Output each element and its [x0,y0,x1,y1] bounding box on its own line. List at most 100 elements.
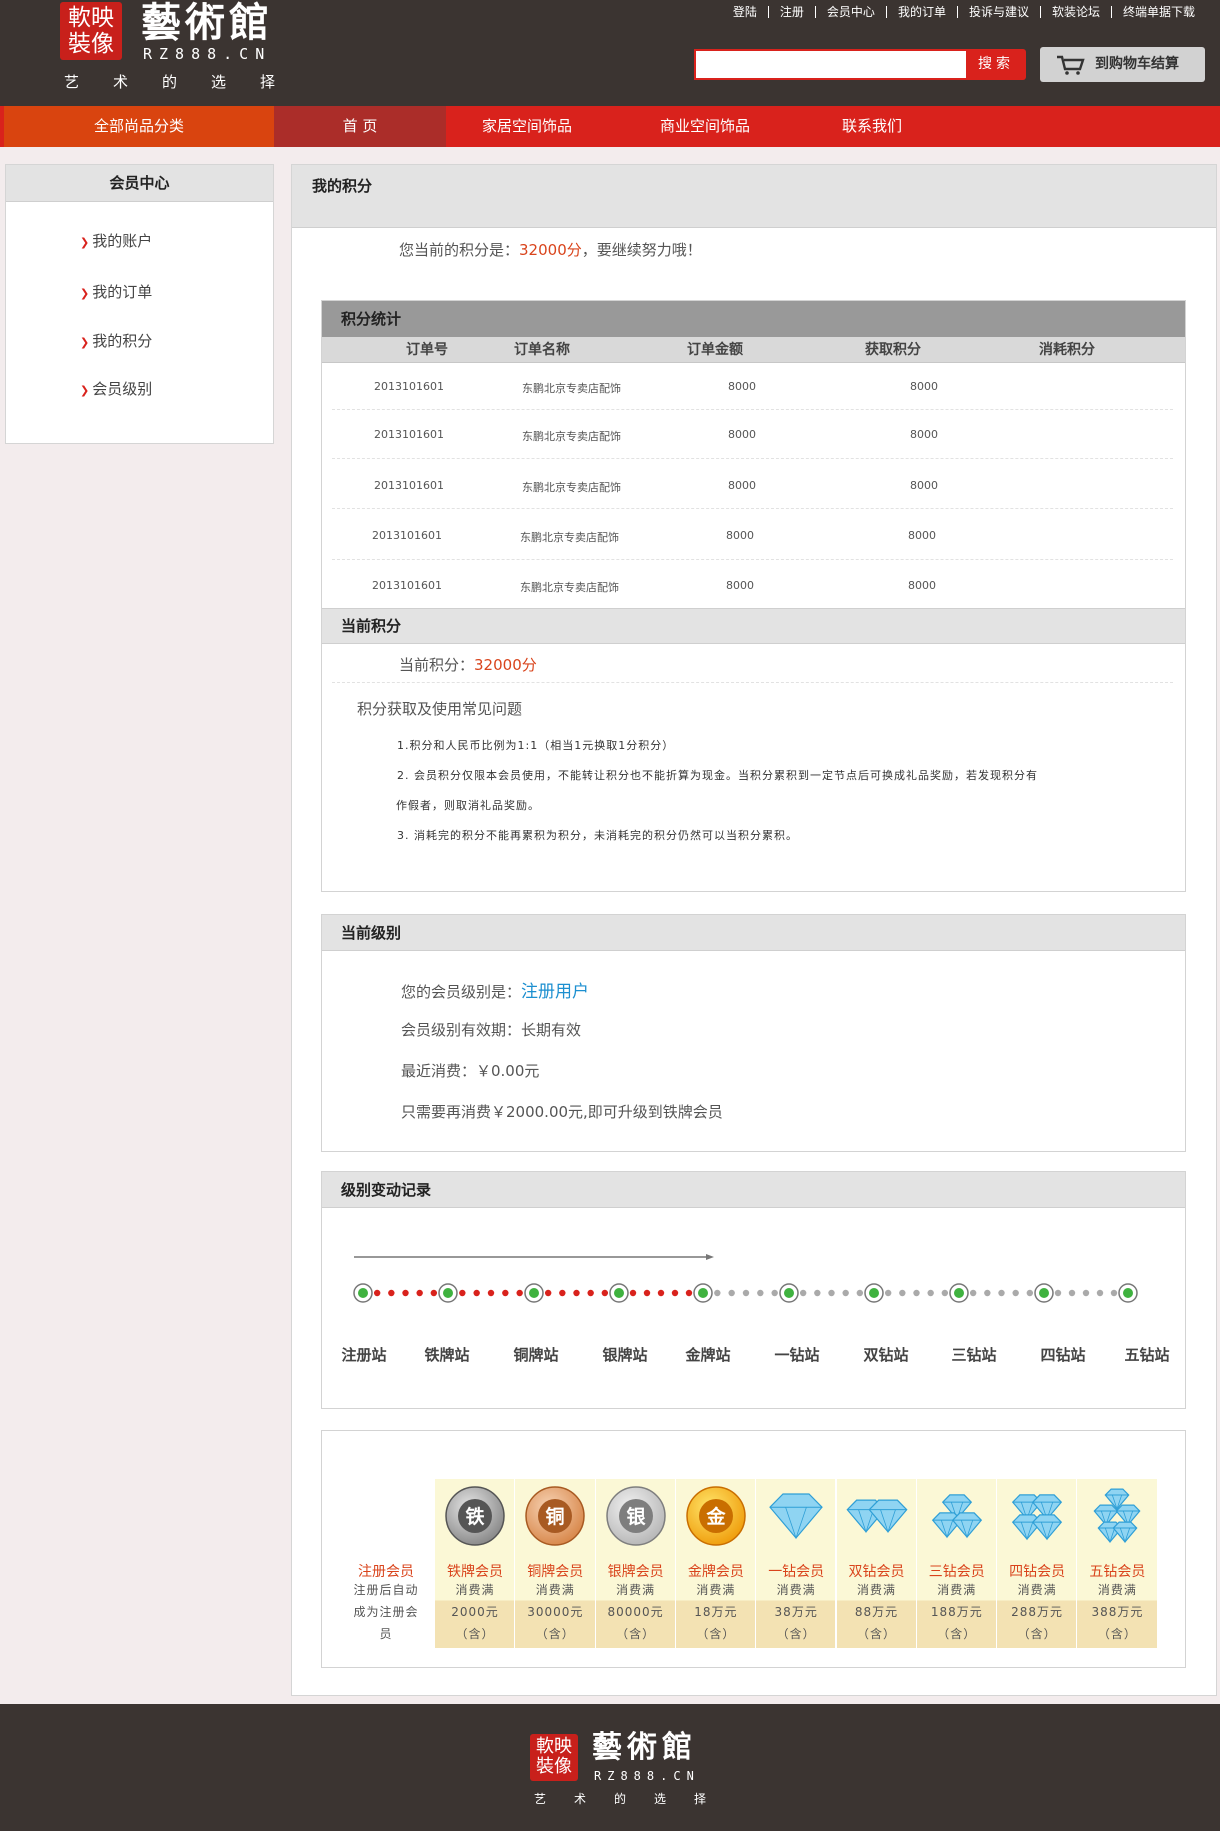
nav-all-categories[interactable]: 全部尚品分类 [4,106,274,147]
feedback-link[interactable]: 投诉与建议 [956,6,1040,18]
cell-order-name: 东鹏北京专卖店配饰 [520,531,619,544]
table-row[interactable]: 2013101601 东鹏北京专卖店配饰 8000 8000 [322,509,1185,560]
svg-text:铁: 铁 [465,1505,484,1528]
search-button[interactable]: 搜索 [966,49,1026,80]
logo-name[interactable]: 藝術館 [141,1,273,45]
cell-earned-points: 8000 [910,479,938,492]
gold-medal-icon: 金 [686,1486,746,1546]
nav-contact[interactable]: 联系我们 [802,106,942,147]
track-dot [459,1289,466,1297]
level-history-title: 级别变动记录 [322,1172,1185,1208]
base-tier-desc-line: 成为注册会 [353,1605,419,1619]
tier-requirement-line: 消费满 [455,1583,495,1597]
points-stats-title: 积分统计 [322,301,1185,337]
tier-requirement-line: （含） [535,1627,575,1641]
table-row[interactable]: 2013101601 东鹏北京专卖店配饰 8000 8000 [322,560,1185,606]
level-value[interactable]: 注册用户 [521,982,589,1002]
forum-link[interactable]: 软装论坛 [1039,6,1111,18]
station-label: 铁牌站 [424,1346,470,1364]
logo-slogan: 艺术的选择 [64,73,310,91]
footer-logo-url: RZ888.CN [594,1769,700,1783]
tier-column: 金金牌会员 消费满 18万元 （含） [674,1479,756,1648]
tier-name: 双钻会员 [848,1564,905,1580]
cart-checkout-button[interactable]: 到购物车结算 [1040,47,1205,82]
level-label: 您的会员级别是： [401,983,522,1001]
station-label: 三钻站 [951,1346,997,1364]
track-dot [402,1289,409,1297]
sidebar-item-orders[interactable]: ❯ 我的订单 [80,281,152,302]
tier-requirement-line: 消费满 [937,1583,977,1597]
track-dot [884,1289,892,1297]
one-diamond-icon [769,1493,823,1540]
tier-requirement-line: 288万元 [1011,1605,1064,1619]
nav-commercial-decor[interactable]: 商业空间饰品 [620,106,790,147]
tier-requirement-line: 18万元 [694,1605,738,1619]
table-row[interactable]: 2013101601 东鹏北京专卖店配饰 8000 8000 [322,410,1185,459]
station-node-center [614,1288,624,1298]
table-row[interactable]: 2013101601 东鹏北京专卖店配饰 8000 8000 [322,459,1185,509]
cell-order-name: 东鹏北京专卖店配饰 [522,430,621,443]
track-dot [516,1289,523,1297]
footer-logo-name: 藝術館 [592,1730,697,1765]
track-dot [969,1289,977,1297]
station-node-center [698,1288,708,1298]
track-dot [671,1289,679,1297]
tier-column: 五钻会员 消费满 388万元 （含） [1076,1479,1157,1648]
tier-requirement-line: （含） [455,1627,495,1641]
download-link[interactable]: 终端单据下载 [1110,6,1206,18]
table-header: 订单号 订单名称 订单金额 获取积分 消耗积分 [322,337,1185,363]
member-center-link[interactable]: 会员中心 [814,6,886,18]
cell-order-amount: 8000 [728,380,756,393]
register-link[interactable]: 注册 [767,6,815,18]
track-dot [742,1289,750,1297]
arrow-icon: ❯ [80,384,90,397]
cell-earned-points: 8000 [910,428,938,441]
search-input[interactable] [694,49,967,80]
station-label: 银牌站 [602,1346,648,1364]
sidebar-item-account[interactable]: ❯ 我的账户 [80,230,152,251]
tier-requirement-line: 80000元 [607,1605,664,1619]
track-dot [1068,1289,1076,1297]
tier-requirement-line: 消费满 [856,1583,896,1597]
svg-text:金: 金 [705,1505,726,1528]
col-order-name: 订单名称 [514,342,570,358]
logo-seal[interactable]: 軟映 裝像 [60,2,122,60]
tier-requirement-line: （含） [856,1627,896,1641]
track-dot [1054,1289,1062,1297]
table-row[interactable]: 2013101601 东鹏北京专卖店配饰 8000 8000 [322,363,1185,410]
copper-medal-icon: 铜 [525,1486,586,1546]
track-dot [1012,1289,1019,1297]
five-diamond-icon [1093,1488,1141,1544]
sidebar-item-points[interactable]: ❯ 我的积分 [80,330,152,351]
sidebar-item-level[interactable]: ❯ 会员级别 [80,378,152,399]
member-sidebar: 会员中心 ❯ 我的账户 ❯ 我的订单 ❯ 我的积分 ❯ 会员级别 [5,164,274,444]
nav-home[interactable]: 首 页 [274,106,446,147]
tier-column: 四钻会员 消费满 288万元 （含） [996,1479,1077,1648]
track-dot [913,1289,920,1297]
track-dot [728,1289,735,1297]
sidebar-item-label: 会员级别 [92,380,153,398]
sidebar-title: 会员中心 [6,165,273,202]
cell-order-name: 东鹏北京专卖店配饰 [522,382,621,395]
nav-home-decor[interactable]: 家居空间饰品 [446,106,608,147]
silver-medal-icon: 银 [605,1486,666,1546]
col-order-amount: 订单金额 [687,342,743,358]
cell-earned-points: 8000 [910,380,938,393]
login-link[interactable]: 登陆 [722,6,768,18]
track-dot [1082,1289,1090,1297]
track-dot [899,1289,906,1297]
points-summary-suffix: ，要继续努力哦！ [581,241,702,259]
main-content: 我的积分 您当前的积分是：32000分，要继续努力哦！ 积分统计 订单号 订单名… [291,164,1217,1696]
tier-name: 铁牌会员 [447,1564,503,1580]
sidebar-item-label: 我的积分 [92,332,153,350]
tier-requirement: 消费满 38万元 （含） [756,1579,836,1645]
station-label: 五钻站 [1124,1346,1170,1364]
track-dot [1026,1289,1034,1297]
tier-requirement-line: 消费满 [1097,1583,1137,1597]
tier-grid: 铁铁牌会员 消费满 2000元 （含） 铜铜牌会员 消费满 30000元 （含） 银银牌会员… [434,1479,1157,1648]
sidebar-item-label: 我的账户 [92,232,153,250]
faq-item: 作假者，则取消礼品奖励。 [396,799,540,812]
iron-medal-icon: 铁 [445,1486,505,1546]
station-node-center [784,1288,794,1298]
my-orders-link[interactable]: 我的订单 [885,6,957,18]
